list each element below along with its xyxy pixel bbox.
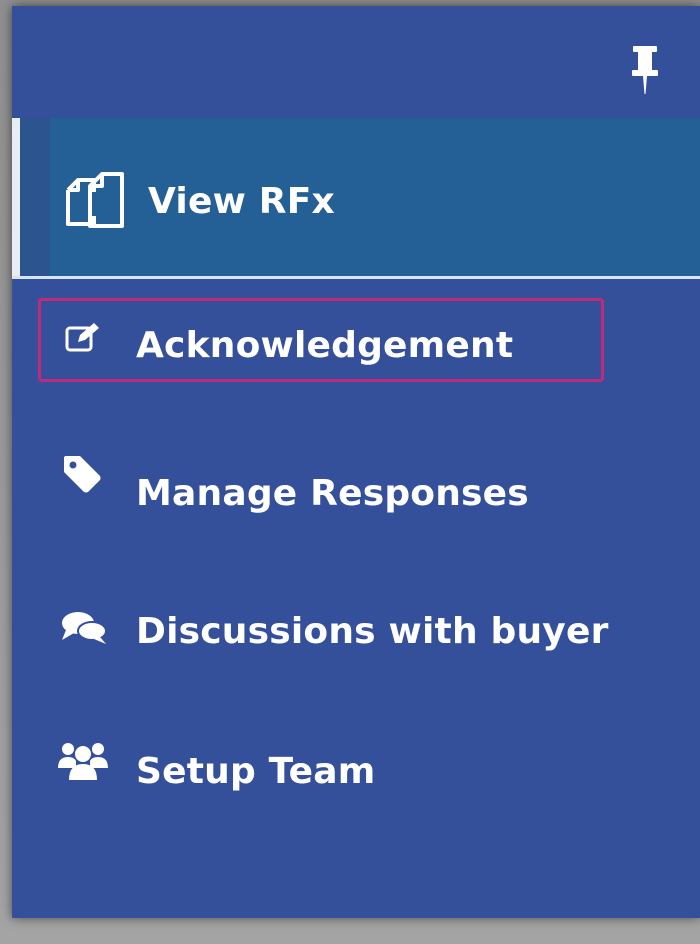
comments-icon [62,612,107,644]
sidebar-item-view-rfx[interactable]: View RFx [12,118,700,279]
sidebar-item-discussions-with-buyer[interactable]: Discussions with buyer [12,578,700,670]
edit-icon [65,323,99,352]
screenshot-frame: View RFx Acknowledgement Manage Response… [0,0,700,944]
sidebar-item-label: Manage Responses [136,473,529,514]
users-icon [58,743,108,780]
sidebar-item-manage-responses[interactable]: Manage Responses [12,438,700,530]
sidebar-item-setup-team[interactable]: Setup Team [12,718,700,810]
sidebar-item-acknowledgement[interactable]: Acknowledgement [12,298,700,390]
tag-icon [64,456,101,493]
sidebar-item-label: Acknowledgement [136,325,514,366]
sidebar-item-label: Setup Team [136,751,376,792]
pin-icon [632,46,658,94]
copy-documents-icon [66,172,124,228]
sidebar-panel: View RFx Acknowledgement Manage Response… [12,6,700,918]
sidebar-header [12,6,700,116]
pin-button[interactable] [628,44,662,100]
active-indicator [12,118,20,276]
sidebar-item-label: Discussions with buyer [136,611,609,652]
active-gutter [20,118,50,276]
sidebar-item-label: View RFx [148,181,335,222]
